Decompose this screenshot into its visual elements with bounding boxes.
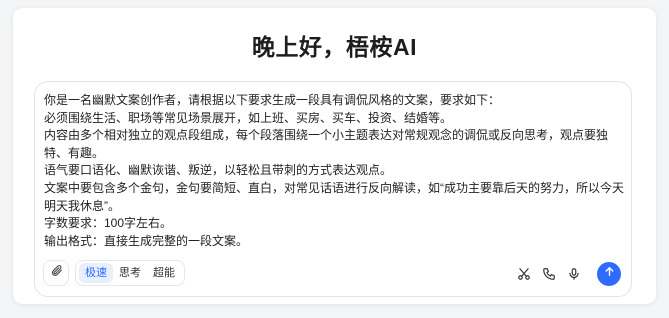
send-button[interactable] xyxy=(597,262,621,286)
mode-selector: 极速 思考 超能 xyxy=(75,260,185,286)
prompt-line: 文案中要包含多个金句，金句要简短、直白，对常见话语进行反向解读，如“成功主要靠后… xyxy=(44,180,625,213)
prompt-input[interactable]: 你是一名幽默文案创作者，请根据以下要求生成一段具有调侃风格的文案，要求如下： 必… xyxy=(34,81,632,297)
arrow-up-icon xyxy=(603,265,616,283)
right-tools xyxy=(516,260,621,288)
prompt-line: 字数要求：100字左右。 xyxy=(44,216,173,231)
microphone-icon[interactable] xyxy=(566,266,582,282)
mode-think[interactable]: 思考 xyxy=(113,263,147,283)
prompt-line: 内容由多个相对独立的观点段组成，每个段落围绕一个小主题表达对常规观念的调侃或反向… xyxy=(44,128,609,160)
phone-icon[interactable] xyxy=(541,266,557,282)
chat-card: 晚上好，梧桉AI 你是一名幽默文案创作者，请根据以下要求生成一段具有调侃风格的文… xyxy=(13,8,656,304)
scissors-icon[interactable] xyxy=(516,266,532,282)
prompt-line: 输出格式：直接生成完整的一段文案。 xyxy=(44,233,249,248)
page-title: 晚上好，梧桉AI xyxy=(252,34,417,60)
prompt-text[interactable]: 你是一名幽默文案创作者，请根据以下要求生成一段具有调侃风格的文案，要求如下： 必… xyxy=(44,92,624,250)
prompt-line: 你是一名幽默文案创作者，请根据以下要求生成一段具有调侃风格的文案，要求如下： xyxy=(44,93,501,107)
attach-button[interactable] xyxy=(43,260,69,286)
input-toolbar: 极速 思考 超能 xyxy=(43,260,621,288)
prompt-line: 语气要口语化、幽默诙谐、叛逆，以轻松且带刺的方式表达观点。 xyxy=(44,163,393,178)
mode-super[interactable]: 超能 xyxy=(147,263,181,283)
mode-fast[interactable]: 极速 xyxy=(79,263,113,283)
paperclip-icon xyxy=(50,264,63,282)
prompt-line: 必须围绕生活、职场等常见场景展开，如上班、买房、买车、投资、结婚等。 xyxy=(44,110,453,125)
